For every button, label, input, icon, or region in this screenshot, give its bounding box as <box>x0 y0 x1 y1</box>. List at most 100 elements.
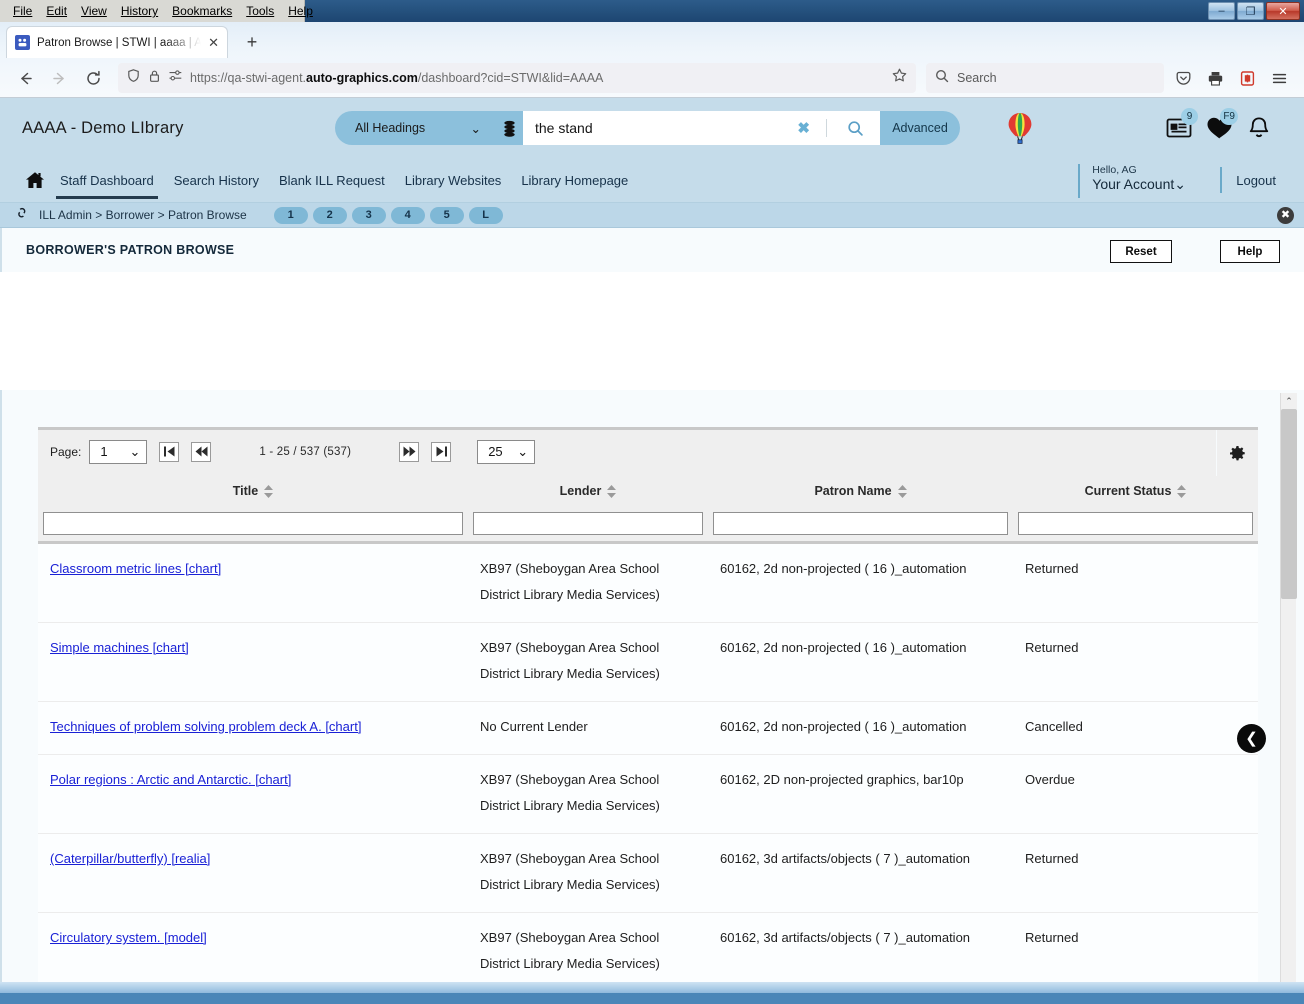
filter-input-title[interactable] <box>43 512 463 535</box>
filter-input-lender[interactable] <box>473 512 703 535</box>
reload-icon[interactable] <box>78 63 108 93</box>
nav-library-homepage[interactable]: Library Homepage <box>511 161 638 199</box>
title-link[interactable]: Circulatory system. [model] <box>50 930 207 945</box>
nav-library-websites[interactable]: Library Websites <box>395 161 512 199</box>
next-page-button[interactable] <box>399 441 420 462</box>
search-input[interactable]: the stand ✖ <box>523 111 880 145</box>
permissions-icon[interactable] <box>168 69 183 87</box>
collapse-panel-button[interactable]: ❮ <box>1237 724 1266 753</box>
column-header-current-status[interactable]: Current Status <box>1013 473 1258 509</box>
home-icon[interactable] <box>20 171 50 190</box>
menu-file[interactable]: File <box>6 2 39 20</box>
reset-button[interactable]: Reset <box>1110 240 1172 263</box>
search-submit-icon[interactable] <box>837 120 874 137</box>
database-icon[interactable] <box>495 111 523 145</box>
bookmark-star-icon[interactable] <box>891 67 908 89</box>
table-header-row: Title Lender Patron Name Current Status <box>38 473 1258 509</box>
menu-bookmarks[interactable]: Bookmarks <box>165 2 239 20</box>
browser-tab[interactable]: Patron Browse | STWI | aaaa | Au ✕ <box>6 26 228 58</box>
content-scrollbar[interactable]: ⌃ ⌄ <box>1280 393 1297 993</box>
back-icon[interactable] <box>10 63 40 93</box>
page-number-select[interactable]: 1 ⌄ <box>89 439 148 464</box>
sort-icon[interactable] <box>1177 484 1187 498</box>
scrollbar-thumb[interactable] <box>1281 409 1297 599</box>
step-1[interactable]: 1 <box>273 206 308 224</box>
help-button[interactable]: Help <box>1220 240 1280 263</box>
step-3[interactable]: 3 <box>351 206 386 224</box>
close-window-button[interactable]: ✕ <box>1266 2 1300 20</box>
window-title-bar: File Edit View History Bookmarks Tools H… <box>0 0 1304 22</box>
close-icon[interactable]: ✕ <box>208 36 219 49</box>
print-icon[interactable] <box>1200 63 1230 93</box>
account-menu[interactable]: Hello, AG Your Account⌄ <box>1078 164 1186 198</box>
cell-title: Polar regions : Arctic and Antarctic. [c… <box>38 754 468 834</box>
news-list-button[interactable]: 9 <box>1162 108 1198 145</box>
step-5[interactable]: 5 <box>429 206 464 224</box>
previous-page-button[interactable] <box>191 441 212 462</box>
breadcrumb: ILL Admin > Borrower > Patron Browse <box>39 208 247 222</box>
search-scope-select[interactable]: All Headings ⌄ <box>335 111 495 145</box>
browser-search-box[interactable]: Search <box>926 63 1164 93</box>
close-icon[interactable]: ✖ <box>1277 207 1294 224</box>
clear-search-icon[interactable]: ✖ <box>791 119 816 137</box>
hot-air-balloon-icon[interactable] <box>1005 112 1035 151</box>
cell-patron-name: 60162, 3d artifacts/objects ( 7 )_automa… <box>708 833 1013 913</box>
address-bar[interactable]: https://qa-stwi-agent.auto-graphics.com/… <box>118 63 916 93</box>
title-link[interactable]: Simple machines [chart] <box>50 640 189 655</box>
extension-shield-icon[interactable] <box>1232 63 1262 93</box>
chevron-down-icon: ⌄ <box>470 121 481 136</box>
forward-icon[interactable] <box>44 63 74 93</box>
scroll-up-arrow-icon[interactable]: ⌃ <box>1281 393 1297 409</box>
title-link[interactable]: Classroom metric lines [chart] <box>50 561 221 576</box>
menu-history[interactable]: History <box>114 2 165 20</box>
rows-per-page-select[interactable]: 25 ⌄ <box>477 439 536 464</box>
maximize-button[interactable]: ❐ <box>1237 2 1264 20</box>
filter-input-current-status[interactable] <box>1018 512 1253 535</box>
notifications-bell-button[interactable] <box>1242 111 1276 145</box>
title-link[interactable]: Polar regions : Arctic and Antarctic. [c… <box>50 772 291 787</box>
menu-edit[interactable]: Edit <box>39 2 74 20</box>
content-area: Page: 1 ⌄ 1 - 25 / 537 (537) 25 ⌄ Title … <box>0 390 1304 993</box>
nav-blank-ill-request[interactable]: Blank ILL Request <box>269 161 395 199</box>
filter-input-patron-name[interactable] <box>713 512 1008 535</box>
nav-staff-dashboard[interactable]: Staff Dashboard <box>50 161 164 199</box>
sort-icon[interactable] <box>264 484 274 498</box>
browser-menu-bar[interactable]: File Edit View History Bookmarks Tools H… <box>0 0 313 22</box>
hamburger-menu-icon[interactable] <box>1264 63 1294 93</box>
step-4[interactable]: 4 <box>390 206 425 224</box>
favorites-button[interactable]: F9 <box>1202 108 1238 145</box>
menu-view[interactable]: View <box>74 2 114 20</box>
column-header-title[interactable]: Title <box>38 473 468 509</box>
nav-search-history[interactable]: Search History <box>164 161 269 199</box>
results-panel: Page: 1 ⌄ 1 - 25 / 537 (537) 25 ⌄ Title … <box>38 427 1258 993</box>
shield-icon <box>126 68 141 88</box>
search-scope-value: All Headings <box>355 121 426 135</box>
step-l[interactable]: L <box>468 206 503 224</box>
gear-icon[interactable] <box>1216 430 1258 476</box>
new-tab-button[interactable]: + <box>240 30 264 54</box>
advanced-search-button[interactable]: Advanced <box>880 111 960 145</box>
menu-help[interactable]: Help <box>281 2 320 20</box>
minimize-button[interactable]: – <box>1208 2 1235 20</box>
page-header: BORROWER'S PATRON BROWSE Reset Help <box>0 228 1304 272</box>
last-page-button[interactable] <box>431 441 452 462</box>
column-header-patron-name[interactable]: Patron Name <box>708 473 1013 509</box>
catalog-search-bar: All Headings ⌄ the stand ✖ Advanced <box>335 111 960 145</box>
cell-title: Simple machines [chart] <box>38 622 468 702</box>
sort-icon[interactable] <box>897 484 907 498</box>
title-link[interactable]: (Caterpillar/butterfly) [realia] <box>50 851 210 866</box>
first-page-button[interactable] <box>159 441 180 462</box>
sort-icon[interactable] <box>607 484 617 498</box>
column-header-lender[interactable]: Lender <box>468 473 708 509</box>
title-link[interactable]: Techniques of problem solving problem de… <box>50 719 361 734</box>
cell-current-status: Returned <box>1013 542 1258 623</box>
step-2[interactable]: 2 <box>312 206 347 224</box>
your-account-label: Your Account⌄ <box>1092 176 1186 192</box>
pocket-icon[interactable] <box>1168 63 1198 93</box>
browser-nav-bar: https://qa-stwi-agent.auto-graphics.com/… <box>0 58 1304 98</box>
logout-link[interactable]: Logout <box>1220 167 1276 193</box>
breadcrumb-bar: ILL Admin > Borrower > Patron Browse 1 2… <box>0 203 1304 228</box>
menu-tools[interactable]: Tools <box>239 2 281 20</box>
table-body: Classroom metric lines [chart] XB97 (She… <box>38 542 1258 993</box>
cell-lender: XB97 (Sheboygan Area School District Lib… <box>468 754 708 834</box>
